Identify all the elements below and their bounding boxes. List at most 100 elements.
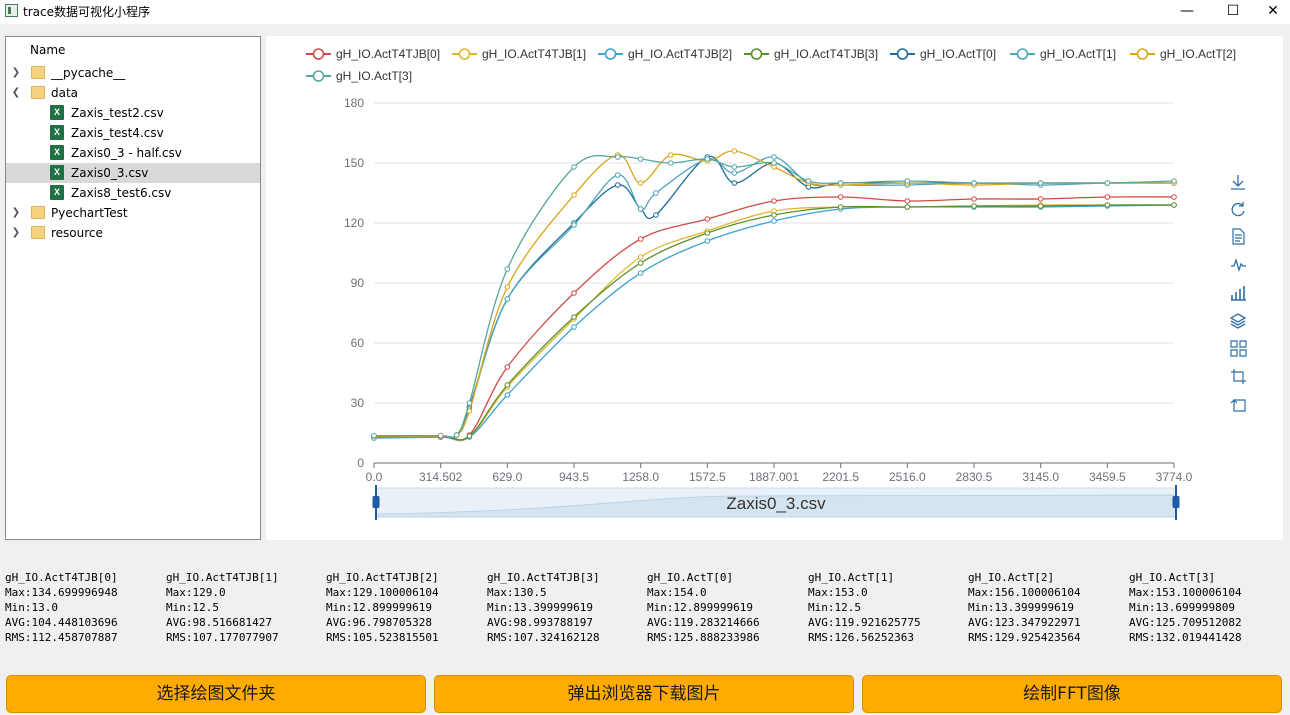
data-point[interactable] bbox=[1104, 202, 1111, 208]
data-point[interactable] bbox=[614, 172, 621, 178]
zoom-icon[interactable] bbox=[1231, 369, 1246, 384]
file-tree[interactable]: Name ❯ __pycache__ ❮ data X Zaxis_test2.… bbox=[5, 36, 261, 540]
data-point[interactable] bbox=[704, 216, 711, 222]
data-point[interactable] bbox=[437, 432, 444, 439]
data-point[interactable] bbox=[637, 270, 644, 276]
data-point[interactable] bbox=[1037, 203, 1044, 209]
data-point[interactable] bbox=[504, 382, 511, 388]
data-point[interactable] bbox=[653, 190, 659, 196]
data-point[interactable] bbox=[637, 260, 644, 266]
data-point[interactable] bbox=[771, 160, 777, 166]
data-view-icon[interactable] bbox=[1232, 228, 1245, 245]
bar-chart-icon[interactable] bbox=[1231, 286, 1246, 301]
data-point[interactable] bbox=[904, 198, 911, 204]
data-point[interactable] bbox=[637, 254, 644, 260]
data-point[interactable] bbox=[1171, 178, 1177, 184]
tree-item-data[interactable]: ❮ data bbox=[6, 83, 260, 103]
data-point[interactable] bbox=[1037, 196, 1044, 202]
tiled-icon[interactable] bbox=[1230, 340, 1247, 357]
data-point[interactable] bbox=[771, 212, 777, 218]
data-point[interactable] bbox=[667, 152, 674, 158]
data-point[interactable] bbox=[637, 180, 644, 186]
tree-item-pycache[interactable]: ❯ __pycache__ bbox=[6, 63, 260, 83]
data-point[interactable] bbox=[453, 432, 460, 438]
data-point[interactable] bbox=[704, 230, 711, 236]
data-point[interactable] bbox=[805, 178, 812, 184]
data-point[interactable] bbox=[504, 284, 511, 290]
data-point[interactable] bbox=[571, 314, 577, 320]
data-point[interactable] bbox=[837, 180, 844, 186]
data-point[interactable] bbox=[1104, 180, 1111, 186]
data-point[interactable] bbox=[1171, 194, 1177, 200]
data-point[interactable] bbox=[571, 290, 577, 296]
tree-item-zaxis-test4[interactable]: X Zaxis_test4.csv bbox=[6, 123, 260, 143]
series-0[interactable] bbox=[371, 194, 1177, 442]
data-point[interactable] bbox=[653, 212, 659, 218]
data-point[interactable] bbox=[731, 164, 738, 170]
series-6[interactable] bbox=[371, 148, 1177, 440]
legend-item[interactable]: gH_IO.ActT[3] bbox=[306, 69, 412, 83]
data-point[interactable] bbox=[904, 204, 911, 210]
data-point[interactable] bbox=[731, 170, 738, 176]
data-point[interactable] bbox=[771, 218, 777, 224]
legend-item[interactable]: gH_IO.ActT4TJB[1] bbox=[452, 47, 586, 61]
series-line[interactable] bbox=[373, 154, 1175, 439]
chevron-right-icon[interactable]: ❯ bbox=[10, 206, 22, 220]
data-point[interactable] bbox=[971, 203, 977, 209]
data-point[interactable] bbox=[971, 180, 977, 186]
data-point[interactable] bbox=[704, 156, 711, 162]
data-point[interactable] bbox=[771, 198, 777, 204]
data-point[interactable] bbox=[637, 156, 644, 162]
stack-icon[interactable] bbox=[1229, 313, 1247, 329]
tree-item-pyecharttest[interactable]: ❯ PyechartTest bbox=[6, 203, 260, 223]
series-7[interactable] bbox=[371, 154, 1177, 439]
data-point[interactable] bbox=[1037, 180, 1044, 186]
line-chart[interactable]: 0 30 60 90 120 150 180 0.0 314.502 629.0 943.5 1258… bbox=[266, 36, 1283, 540]
data-point[interactable] bbox=[371, 432, 377, 439]
chevron-right-icon[interactable]: ❯ bbox=[10, 226, 22, 240]
data-point[interactable] bbox=[704, 238, 711, 244]
data-point[interactable] bbox=[466, 400, 473, 406]
data-point[interactable] bbox=[571, 324, 577, 330]
data-point[interactable] bbox=[637, 236, 644, 242]
data-point[interactable] bbox=[904, 178, 911, 184]
data-point[interactable] bbox=[971, 196, 977, 202]
legend-item[interactable]: gH_IO.ActT[1] bbox=[1010, 47, 1116, 61]
data-point[interactable] bbox=[637, 206, 644, 212]
series-line[interactable] bbox=[373, 150, 1174, 438]
chevron-right-icon[interactable]: ❯ bbox=[10, 66, 22, 80]
data-point[interactable] bbox=[731, 148, 738, 154]
data-point[interactable] bbox=[667, 160, 674, 166]
series-4[interactable] bbox=[371, 154, 1177, 440]
legend-item[interactable]: gH_IO.ActT4TJB[0] bbox=[306, 47, 440, 61]
draw-fft-button[interactable]: 绘制FFT图像 bbox=[862, 675, 1282, 713]
series-3[interactable] bbox=[371, 202, 1177, 441]
zoom-reset-icon[interactable] bbox=[1230, 399, 1246, 412]
legend-item[interactable]: gH_IO.ActT4TJB[2] bbox=[598, 47, 732, 61]
data-point[interactable] bbox=[1171, 202, 1177, 208]
select-folder-button[interactable]: 选择绘图文件夹 bbox=[6, 675, 426, 713]
chevron-down-icon[interactable]: ❮ bbox=[10, 86, 22, 100]
line-chart-icon[interactable] bbox=[1231, 257, 1246, 273]
tree-item-zaxis-test2[interactable]: X Zaxis_test2.csv bbox=[6, 103, 260, 123]
data-point[interactable] bbox=[614, 154, 621, 160]
tree-item-resource[interactable]: ❯ resource bbox=[6, 223, 260, 243]
data-point[interactable] bbox=[731, 180, 738, 186]
browser-download-button[interactable]: 弹出浏览器下载图片 bbox=[434, 675, 854, 713]
tree-column-header[interactable]: Name bbox=[30, 43, 65, 57]
legend-item[interactable]: gH_IO.ActT[2] bbox=[1130, 47, 1236, 61]
close-button[interactable]: ✕ bbox=[1256, 0, 1290, 24]
data-point[interactable] bbox=[571, 222, 577, 228]
legend-item[interactable]: gH_IO.ActT[0] bbox=[890, 47, 996, 61]
data-point[interactable] bbox=[571, 192, 577, 198]
minimize-button[interactable]: — bbox=[1164, 0, 1210, 24]
maximize-button[interactable]: ☐ bbox=[1210, 0, 1256, 24]
data-point[interactable] bbox=[771, 154, 777, 160]
download-icon[interactable] bbox=[1231, 175, 1245, 190]
refresh-icon[interactable] bbox=[1231, 202, 1245, 217]
data-point[interactable] bbox=[571, 164, 577, 170]
data-point[interactable] bbox=[614, 182, 621, 188]
tree-item-zaxis0-3-half[interactable]: X Zaxis0_3 - half.csv bbox=[6, 143, 260, 163]
data-point[interactable] bbox=[504, 364, 511, 370]
legend-item[interactable]: gH_IO.ActT4TJB[3] bbox=[744, 47, 878, 61]
